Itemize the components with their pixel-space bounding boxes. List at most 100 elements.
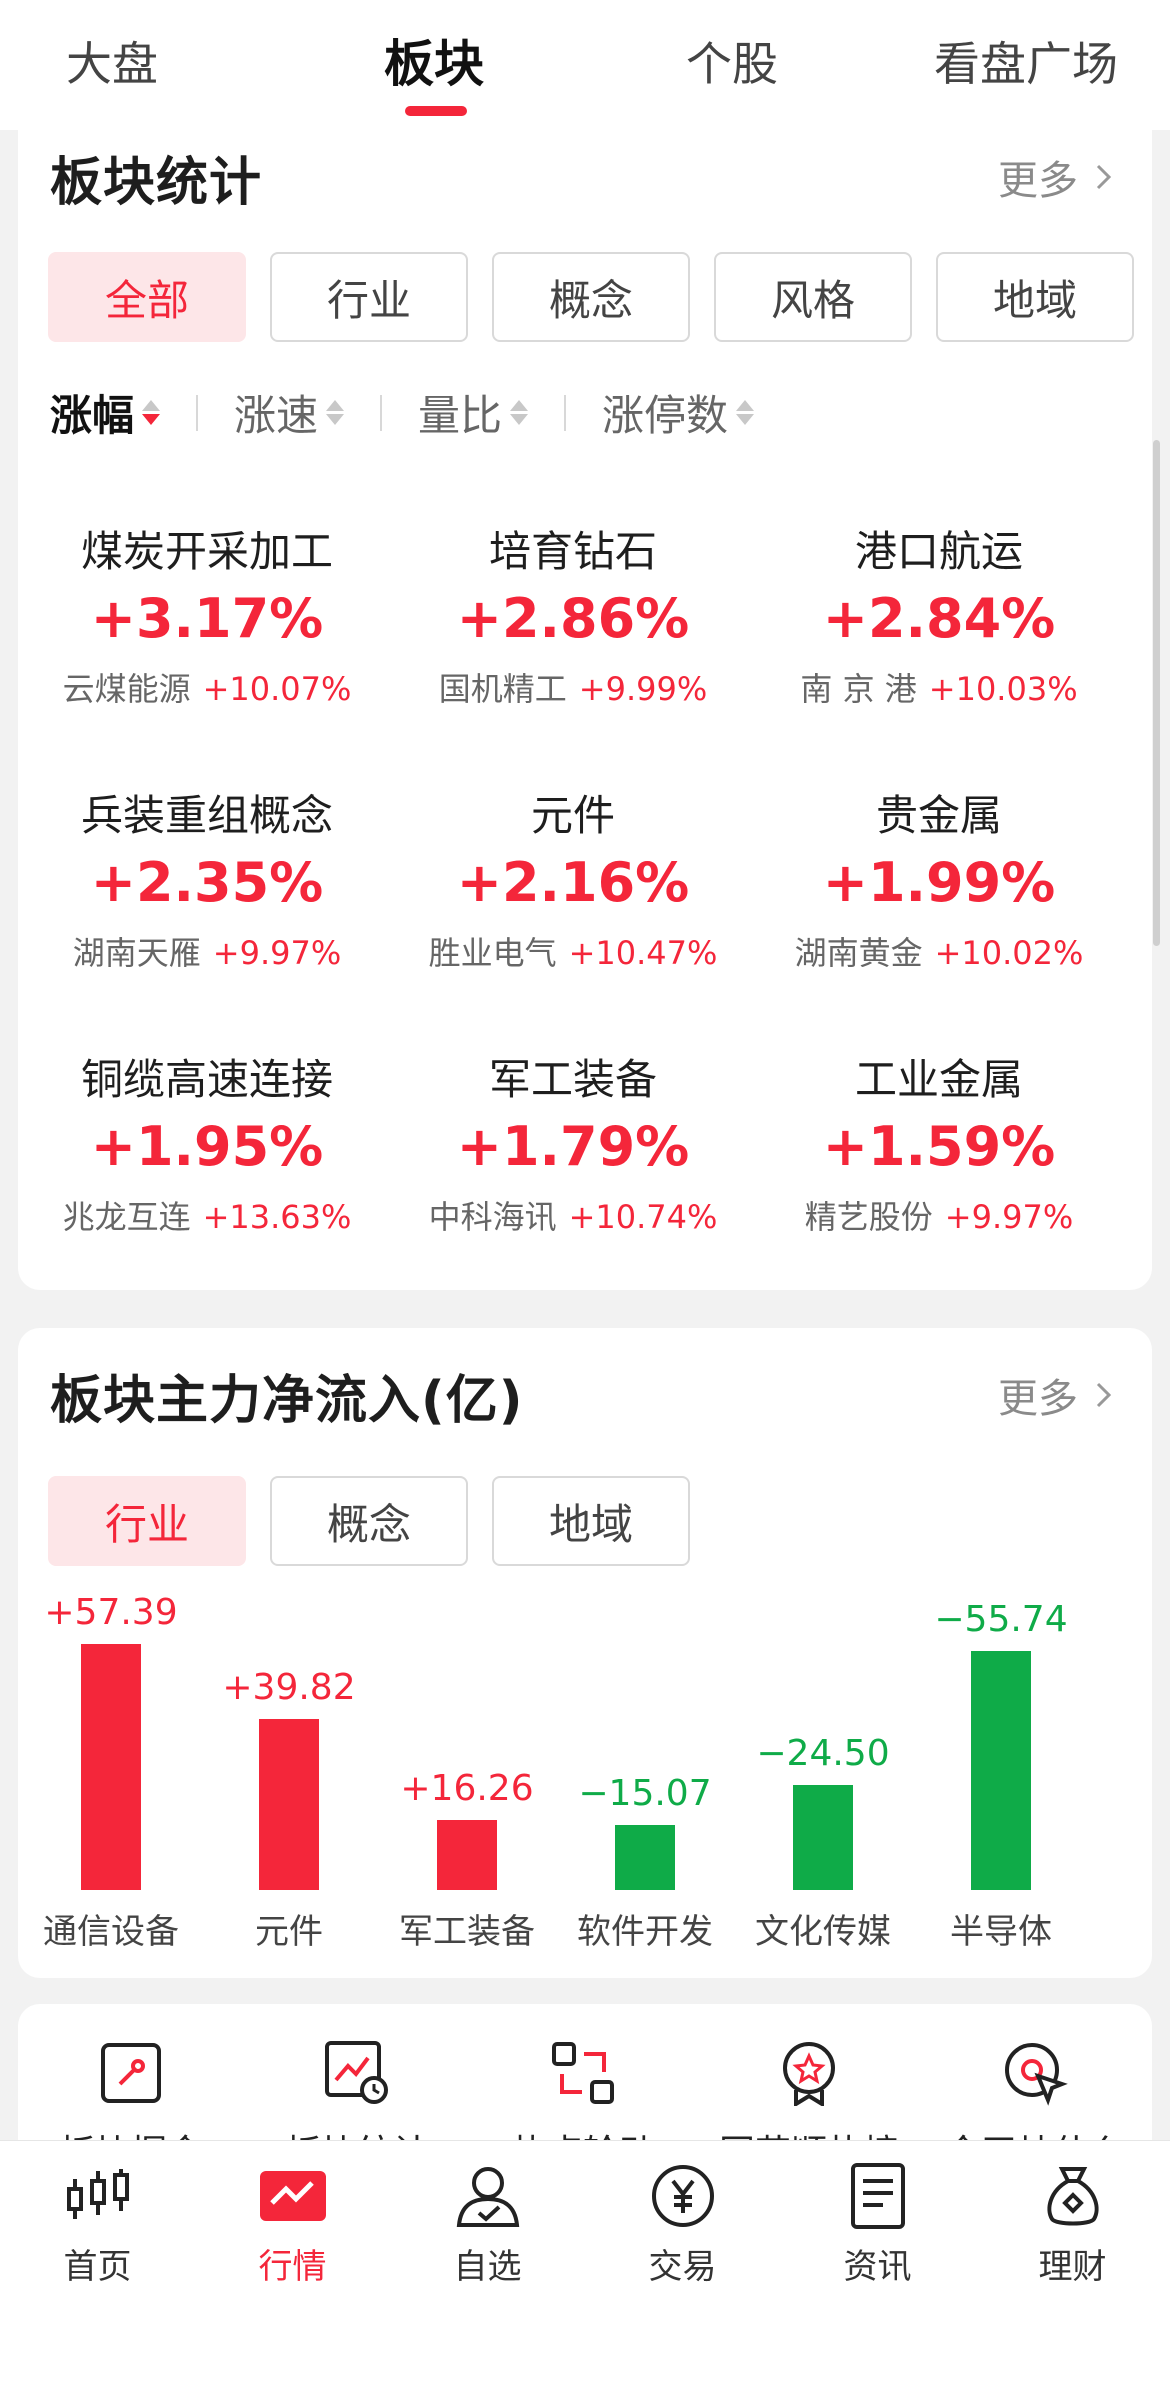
sort-by-gain[interactable]: 涨幅 [50,382,161,443]
leading-stock: 南 京 港 +10.03% [750,664,1128,710]
chart-bar-value: +39.82 [222,1667,356,1709]
divider [564,394,567,431]
sector-cell[interactable]: 煤炭开采加工 +3.17% 云煤能源 +10.07% [18,518,396,710]
chart-category-label: 软件开发 [577,1912,713,1952]
sector-mining-icon [101,2043,161,2103]
target-cursor-icon [1005,2043,1068,2106]
chart-category-label: 半导体 [950,1912,1052,1952]
chip-industry[interactable]: 行业 [270,252,468,342]
sector-category-chips: 全部 行业 概念 风格 地域 [48,252,1134,342]
stock-change: +10.02% [934,934,1084,972]
chip-region[interactable]: 地域 [936,252,1134,342]
nav-label: 自选 [453,2247,522,2287]
stock-change: +13.63% [202,1198,352,1236]
leading-stock: 中科海讯 +10.74% [384,1192,762,1238]
tab-sectors[interactable]: 板块 [384,24,484,96]
divider [196,394,199,431]
sort-desc-icon [142,400,161,425]
sector-change: +2.35% [90,851,324,914]
sort-icon [736,400,755,425]
sort-label: 涨停数 [602,391,729,440]
sort-icon [510,400,529,425]
user-check-icon [456,2167,519,2227]
chip-style[interactable]: 风格 [714,252,912,342]
nav-label: 行情 [258,2247,327,2287]
sector-cell[interactable]: 军工装备 +1.79% 中科海讯 +10.74% [384,1046,762,1238]
nav-wealth[interactable]: 理财 [975,2161,1170,2288]
sector-cell[interactable]: 兵装重组概念 +2.35% 湖南天雁 +9.97% [18,782,396,974]
nav-news[interactable]: 资讯 [780,2161,975,2288]
chart-bar [615,1825,675,1890]
tab-stocks[interactable]: 个股 [686,28,778,94]
chart-bar [259,1719,319,1890]
sector-change: +2.84% [822,587,1056,650]
net-inflow-bar-chart: +57.39 通信设备 +39.82 元件 +16.26 军工装备 −15.07 软件开发 −2… [18,1328,1152,1978]
stock-name: 精艺股份 [804,1198,933,1236]
tab-market-overview[interactable]: 大盘 [66,28,158,94]
sector-cell[interactable]: 工业金属 +1.59% 精艺股份 +9.97% [750,1046,1128,1238]
stock-name: 兆龙互连 [62,1198,191,1236]
leading-stock: 精艺股份 +9.97% [750,1192,1128,1238]
sector-change: +1.99% [822,851,1056,914]
stock-change: +9.97% [212,934,342,972]
chip-concept[interactable]: 概念 [492,252,690,342]
nav-market[interactable]: 行情 [195,2161,390,2288]
sort-label: 量比 [418,391,503,440]
sector-change: +1.59% [822,1115,1056,1178]
sector-cell[interactable]: 元件 +2.16% 胜业电气 +10.47% [384,782,762,974]
chart-category-label: 军工装备 [399,1912,535,1952]
leading-stock: 国机精工 +9.99% [384,664,762,710]
stock-name: 南 京 港 [800,670,917,708]
stock-change: +10.03% [928,670,1078,708]
sector-cell[interactable]: 培育钻石 +2.86% 国机精工 +9.99% [384,518,762,710]
chart-bar-value: −15.07 [578,1773,712,1815]
sector-name: 港口航运 [854,527,1023,576]
chart-bar-value: −55.74 [934,1599,1068,1641]
stock-name: 云煤能源 [62,670,191,708]
sector-stats-title: 板块统计 [50,153,263,213]
sort-by-speed[interactable]: 涨速 [234,382,345,443]
sort-icon [326,400,345,425]
chart-category-label: 通信设备 [43,1912,179,1952]
sector-name: 铜缆高速连接 [80,1055,333,1104]
sector-name: 元件 [530,791,615,840]
nav-watchlist[interactable]: 自选 [390,2161,585,2288]
document-icon [850,2163,905,2229]
sector-stats-card: 板块统计 更多 全部 行业 概念 风格 地域 涨幅 涨速 量比 涨停数 煤炭开采… [18,126,1152,1290]
sort-by-limit-up-count[interactable]: 涨停数 [602,382,755,443]
leading-stock: 云煤能源 +10.07% [18,664,396,710]
active-tab-indicator [405,106,467,116]
leading-stock: 胜业电气 +10.47% [384,928,762,974]
sector-cell[interactable]: 铜缆高速连接 +1.95% 兆龙互连 +13.63% [18,1046,396,1238]
sector-name: 贵金属 [875,791,1002,840]
top-tab-bar: 大盘 板块 个股 看盘广场 [0,0,1170,130]
stock-change: +10.07% [202,670,352,708]
sector-name: 煤炭开采加工 [80,527,333,576]
chevron-right-icon [1096,164,1112,190]
sector-stats-more-link[interactable]: 更多 [998,148,1118,206]
chart-bar [437,1820,497,1890]
nav-label: 交易 [648,2247,717,2287]
money-bag-icon [1046,2167,1099,2226]
sort-label: 涨幅 [50,391,135,440]
nav-label: 理财 [1038,2247,1107,2287]
stock-change: +9.99% [578,670,708,708]
bottom-nav: 首页 行情 自选 交易 资讯 理财 [0,2140,1170,2391]
sort-label: 涨速 [234,391,319,440]
chart-bar-value: +57.39 [44,1592,178,1633]
sort-by-volume-ratio[interactable]: 量比 [418,382,529,443]
nav-home[interactable]: 首页 [0,2161,195,2288]
candlestick-icon [66,2169,129,2219]
chart-bar-value: −24.50 [756,1732,890,1774]
scrollbar[interactable] [1153,440,1160,946]
nav-trade[interactable]: 交易 [585,2161,780,2288]
sector-change: +1.79% [456,1115,690,1178]
stock-change: +9.97% [944,1198,1074,1236]
tab-watch-square[interactable]: 看盘广场 [934,28,1118,94]
sector-cell[interactable]: 港口航运 +2.84% 南 京 港 +10.03% [750,518,1128,710]
sector-cell[interactable]: 贵金属 +1.99% 湖南黄金 +10.02% [750,782,1128,974]
yuan-coin-icon [651,2165,714,2227]
more-label: 更多 [998,158,1078,204]
stock-name: 湖南黄金 [794,934,923,972]
chip-all[interactable]: 全部 [48,252,246,342]
